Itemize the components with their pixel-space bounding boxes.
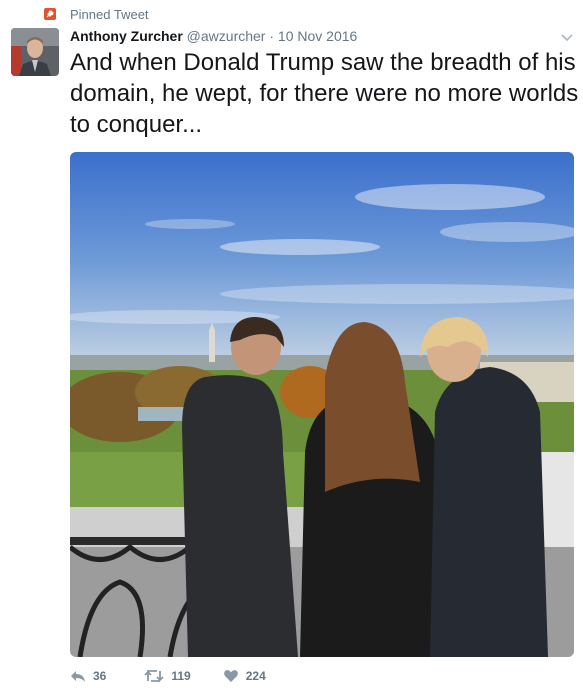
- tweet-actions: 36 119 224: [70, 669, 266, 683]
- pinned-tweet-indicator: Pinned Tweet: [44, 6, 149, 22]
- tweet-text: And when Donald Trump saw the breadth of…: [70, 49, 579, 138]
- author-name[interactable]: Anthony Zurcher: [70, 28, 183, 44]
- separator: ·: [269, 28, 275, 44]
- pin-icon: [44, 8, 56, 20]
- heart-icon: [223, 670, 238, 682]
- like-count: 224: [245, 669, 266, 683]
- retweet-button[interactable]: 119: [144, 669, 191, 683]
- reply-icon: [71, 670, 85, 682]
- tweet-date[interactable]: 10 Nov 2016: [278, 28, 357, 44]
- chevron-down-icon[interactable]: [560, 30, 574, 42]
- avatar[interactable]: [11, 28, 59, 76]
- tweet-photo[interactable]: [70, 152, 574, 657]
- reply-count: 36: [93, 669, 107, 683]
- retweet-count: 119: [171, 669, 191, 683]
- tweet-header: Anthony Zurcher @awzurcher · 10 Nov 2016: [70, 26, 357, 46]
- author-handle[interactable]: @awzurcher: [187, 28, 266, 44]
- like-button[interactable]: 224: [223, 669, 266, 683]
- retweet-icon: [144, 669, 164, 683]
- reply-button[interactable]: 36: [70, 669, 106, 683]
- pinned-label: Pinned Tweet: [70, 6, 149, 22]
